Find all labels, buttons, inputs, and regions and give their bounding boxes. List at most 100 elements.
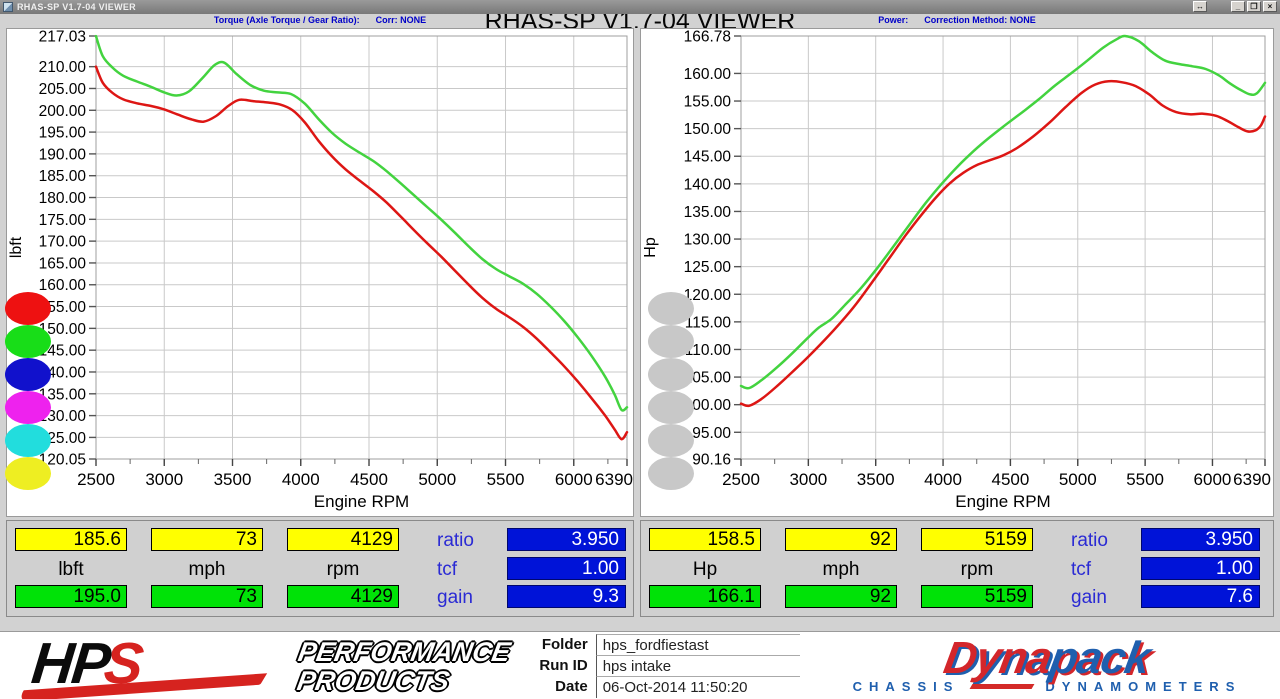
hps-tagline: PERFORMANCE PRODUCTS bbox=[291, 638, 513, 696]
run-info-table: Folderhps_fordfiestastRun IDhps intakeDa… bbox=[500, 634, 800, 697]
y-tick-label: 217.03 bbox=[39, 29, 86, 46]
param-label-ratio: ratio bbox=[437, 530, 474, 552]
plot-border bbox=[741, 36, 1265, 459]
cursor-value-green-Hp: 166.1 bbox=[649, 585, 761, 608]
x-tick-label: 2500 bbox=[722, 470, 760, 489]
param-label-ratio: ratio bbox=[1071, 530, 1108, 552]
param-value-gain: 7.6 bbox=[1141, 585, 1260, 608]
cursor-value-yellow-mph: 73 bbox=[151, 528, 263, 551]
run-swatch-button-5[interactable] bbox=[5, 424, 51, 457]
run-swatch-button-5[interactable] bbox=[648, 424, 694, 457]
cursor-value-green-mph: 92 bbox=[785, 585, 897, 608]
cursor-value-yellow-Hp: 158.5 bbox=[649, 528, 761, 551]
power-chart-caption: Power: Correction Method: NONE bbox=[640, 15, 1274, 25]
x-tick-label: 6000 bbox=[1194, 470, 1232, 489]
y-tick-label: 130.00 bbox=[684, 232, 732, 249]
x-tick-label: 3000 bbox=[789, 470, 827, 489]
x-axis-title: Engine RPM bbox=[955, 492, 1050, 511]
info-label-run-id: Run ID bbox=[500, 657, 596, 674]
window-controls: ↔ _ ❐ × bbox=[1191, 1, 1277, 12]
y-tick-label: 175.00 bbox=[39, 212, 87, 229]
app-window: RHAS-SP V1.7-04 VIEWER RHAS-SP V1.7-04 V… bbox=[0, 0, 1280, 699]
run-swatch-button-1[interactable] bbox=[648, 292, 694, 325]
dynapack-wordmark: Dynapack bbox=[818, 636, 1276, 680]
y-axis-title: Hp bbox=[642, 237, 659, 258]
x-tick-label: 5500 bbox=[487, 470, 525, 489]
run-swatch-button-4[interactable] bbox=[5, 391, 51, 424]
info-value-run-id: hps intake bbox=[596, 655, 800, 677]
x-tick-label: 5500 bbox=[1126, 470, 1164, 489]
minimize-icon[interactable]: _ bbox=[1231, 1, 1245, 12]
run-swatch-button-2[interactable] bbox=[648, 325, 694, 358]
y-tick-label: 165.00 bbox=[39, 255, 87, 272]
readout-unit-label-lbft: lbft bbox=[15, 559, 127, 581]
readout-unit-label-mph: mph bbox=[785, 559, 897, 581]
info-label-date: Date bbox=[500, 678, 596, 695]
curve-run-red bbox=[741, 81, 1265, 406]
dynapack-red-bar bbox=[970, 684, 1035, 689]
readout-unit-label-mph: mph bbox=[151, 559, 263, 581]
resize-icon[interactable]: ↔ bbox=[1193, 1, 1207, 12]
cursor-value-yellow-rpm: 4129 bbox=[287, 528, 399, 551]
run-swatch-button-1[interactable] bbox=[5, 292, 51, 325]
run-swatch-button-3[interactable] bbox=[648, 358, 694, 391]
torque-caption-correction: Corr: NONE bbox=[376, 15, 427, 25]
y-tick-label: 145.00 bbox=[684, 149, 732, 166]
y-tick-label: 185.00 bbox=[39, 168, 87, 185]
hps-tagline-products: PRODUCTS bbox=[295, 667, 508, 696]
param-value-ratio: 3.950 bbox=[1141, 528, 1260, 551]
readout-unit-label-rpm: rpm bbox=[287, 559, 399, 581]
y-axis-title: lbft bbox=[8, 236, 25, 258]
info-label-folder: Folder bbox=[500, 636, 596, 653]
readout-unit-label-Hp: Hp bbox=[649, 559, 761, 581]
torque-chart-plot[interactable]: 217.03210.00205.00200.00195.00190.00185.… bbox=[7, 29, 633, 516]
curve-run-green bbox=[741, 36, 1265, 388]
restore-icon[interactable]: ❐ bbox=[1247, 1, 1261, 12]
x-tick-label: 4500 bbox=[350, 470, 388, 489]
y-tick-label: 125.00 bbox=[684, 259, 732, 276]
y-tick-label: 140.00 bbox=[684, 176, 732, 193]
y-tick-label: 160.00 bbox=[39, 277, 87, 294]
run-swatch-button-6[interactable] bbox=[648, 457, 694, 490]
dynapack-word-dyna: Dyna bbox=[940, 632, 1055, 683]
torque-chart-caption: Torque (Axle Torque / Gear Ratio): Corr:… bbox=[6, 15, 634, 25]
dynapack-word-pack: pack bbox=[1046, 632, 1154, 683]
y-tick-label: 195.00 bbox=[39, 125, 87, 142]
info-value-folder: hps_fordfiestast bbox=[596, 634, 800, 656]
cursor-value-yellow-lbft: 185.6 bbox=[15, 528, 127, 551]
hps-wordmark: HPS bbox=[28, 630, 144, 697]
y-tick-label: 95.00 bbox=[692, 425, 731, 442]
power-chart-plot[interactable]: 166.78160.00155.00150.00145.00140.00135.… bbox=[641, 29, 1273, 516]
run-swatch-button-4[interactable] bbox=[648, 391, 694, 424]
y-tick-label: 90.16 bbox=[692, 452, 731, 469]
x-tick-label: 3000 bbox=[145, 470, 183, 489]
cursor-value-green-rpm: 5159 bbox=[921, 585, 1033, 608]
power-caption-correction: Correction Method: NONE bbox=[924, 15, 1036, 25]
info-value-date: 06-Oct-2014 11:50:20 bbox=[596, 676, 800, 698]
dynapack-logo: Dynapack CHASSIS DYNAMOMETERS bbox=[822, 636, 1272, 694]
x-tick-label: 4000 bbox=[282, 470, 320, 489]
y-tick-label: 170.00 bbox=[39, 234, 87, 251]
y-tick-label: 200.00 bbox=[39, 103, 87, 120]
power-readout-panel: 158.5925159Hpmphrpm166.1925159ratio3.950… bbox=[640, 520, 1274, 617]
param-label-tcf: tcf bbox=[437, 559, 457, 581]
y-tick-label: 115.00 bbox=[685, 314, 732, 331]
close-icon[interactable]: × bbox=[1263, 1, 1277, 12]
footer: HPS PERFORMANCE PRODUCTS Folderhps_fordf… bbox=[0, 631, 1280, 699]
curve-run-red bbox=[96, 67, 627, 440]
y-tick-label: 155.00 bbox=[684, 94, 732, 111]
app-icon bbox=[3, 2, 13, 12]
y-tick-label: 210.00 bbox=[39, 59, 87, 76]
param-label-tcf: tcf bbox=[1071, 559, 1091, 581]
cursor-value-green-lbft: 195.0 bbox=[15, 585, 127, 608]
run-swatch-button-2[interactable] bbox=[5, 325, 51, 358]
title-bar[interactable]: RHAS-SP V1.7-04 VIEWER bbox=[0, 0, 1280, 14]
power-chart-panel: 166.78160.00155.00150.00145.00140.00135.… bbox=[640, 28, 1274, 517]
window-title: RHAS-SP V1.7-04 VIEWER bbox=[17, 2, 136, 12]
run-swatch-button-6[interactable] bbox=[5, 457, 51, 490]
param-label-gain: gain bbox=[1071, 587, 1107, 609]
run-swatch-button-3[interactable] bbox=[5, 358, 51, 391]
hps-logo: HPS PERFORMANCE PRODUCTS bbox=[14, 634, 494, 698]
cursor-value-green-rpm: 4129 bbox=[287, 585, 399, 608]
param-label-gain: gain bbox=[437, 587, 473, 609]
